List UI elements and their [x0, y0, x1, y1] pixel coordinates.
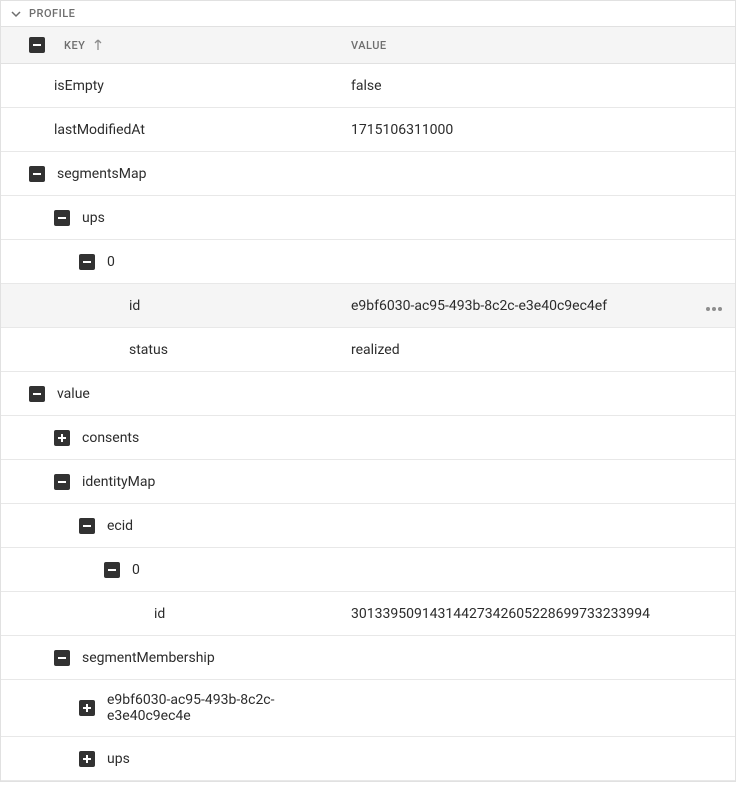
key-label: id [154, 606, 165, 622]
key-label: ups [82, 210, 105, 226]
key-label: 0 [107, 254, 115, 270]
expand-icon[interactable] [54, 430, 70, 446]
value-cell: 30133950914314427342605228699733233994 [351, 606, 735, 622]
table-row[interactable]: segmentMembership [1, 636, 735, 680]
expand-icon[interactable] [79, 700, 95, 716]
value-cell: realized [351, 342, 735, 358]
key-label: segmentMembership [82, 650, 215, 666]
value-cell: 1715106311000 [351, 122, 735, 138]
section-title: PROFILE [29, 7, 75, 20]
collapse-icon[interactable] [54, 650, 70, 666]
table-header: KEY VALUE [1, 27, 735, 64]
key-label: status [129, 342, 168, 358]
table-row[interactable]: segmentsMap [1, 152, 735, 196]
table-row[interactable]: value [1, 372, 735, 416]
section-header-profile[interactable]: PROFILE [1, 1, 735, 27]
table-row[interactable]: ups [1, 196, 735, 240]
key-label: id [129, 298, 140, 314]
key-label: segmentsMap [57, 166, 146, 182]
collapse-icon[interactable] [79, 518, 95, 534]
key-label: isEmpty [54, 78, 104, 94]
value-cell: false [351, 78, 735, 94]
table-row[interactable]: id 3013395091431442734260522869973323399… [1, 592, 735, 636]
collapse-icon[interactable] [79, 254, 95, 270]
column-header-key[interactable]: KEY [64, 39, 85, 52]
expand-icon[interactable] [79, 751, 95, 767]
sort-ascending-icon [93, 39, 103, 51]
key-label: ups [107, 751, 130, 767]
collapse-icon[interactable] [104, 562, 120, 578]
value-cell: e9bf6030-ac95-493b-8c2c-e3e40c9ec4ef [351, 298, 735, 314]
collapse-icon[interactable] [29, 386, 45, 402]
table-row[interactable]: id e9bf6030-ac95-493b-8c2c-e3e40c9ec4ef [1, 284, 735, 328]
table-row[interactable]: identityMap [1, 460, 735, 504]
key-label: lastModifiedAt [54, 122, 145, 138]
table-row[interactable]: isEmpty false [1, 64, 735, 108]
table-row[interactable]: 0 [1, 548, 735, 592]
table-row[interactable]: ups [1, 737, 735, 781]
key-label: consents [82, 430, 139, 446]
table-row[interactable]: lastModifiedAt 1715106311000 [1, 108, 735, 152]
chevron-down-icon [11, 9, 21, 19]
collapse-icon[interactable] [29, 166, 45, 182]
collapse-icon[interactable] [54, 210, 70, 226]
table-row[interactable]: 0 [1, 240, 735, 284]
table-row[interactable]: consents [1, 416, 735, 460]
key-label: value [57, 386, 90, 402]
table-row[interactable]: ecid [1, 504, 735, 548]
table-row[interactable]: status realized [1, 328, 735, 372]
key-label: identityMap [82, 474, 155, 490]
key-label: ecid [107, 518, 133, 534]
key-label: 0 [132, 562, 140, 578]
collapse-all-icon[interactable] [29, 37, 45, 53]
collapse-icon[interactable] [54, 474, 70, 490]
key-label: e9bf6030-ac95-493b-8c2c-e3e40c9ec4e [107, 692, 351, 724]
more-actions-icon[interactable] [705, 298, 723, 314]
column-header-value[interactable]: VALUE [351, 39, 387, 52]
table-row[interactable]: e9bf6030-ac95-493b-8c2c-e3e40c9ec4e [1, 680, 735, 737]
